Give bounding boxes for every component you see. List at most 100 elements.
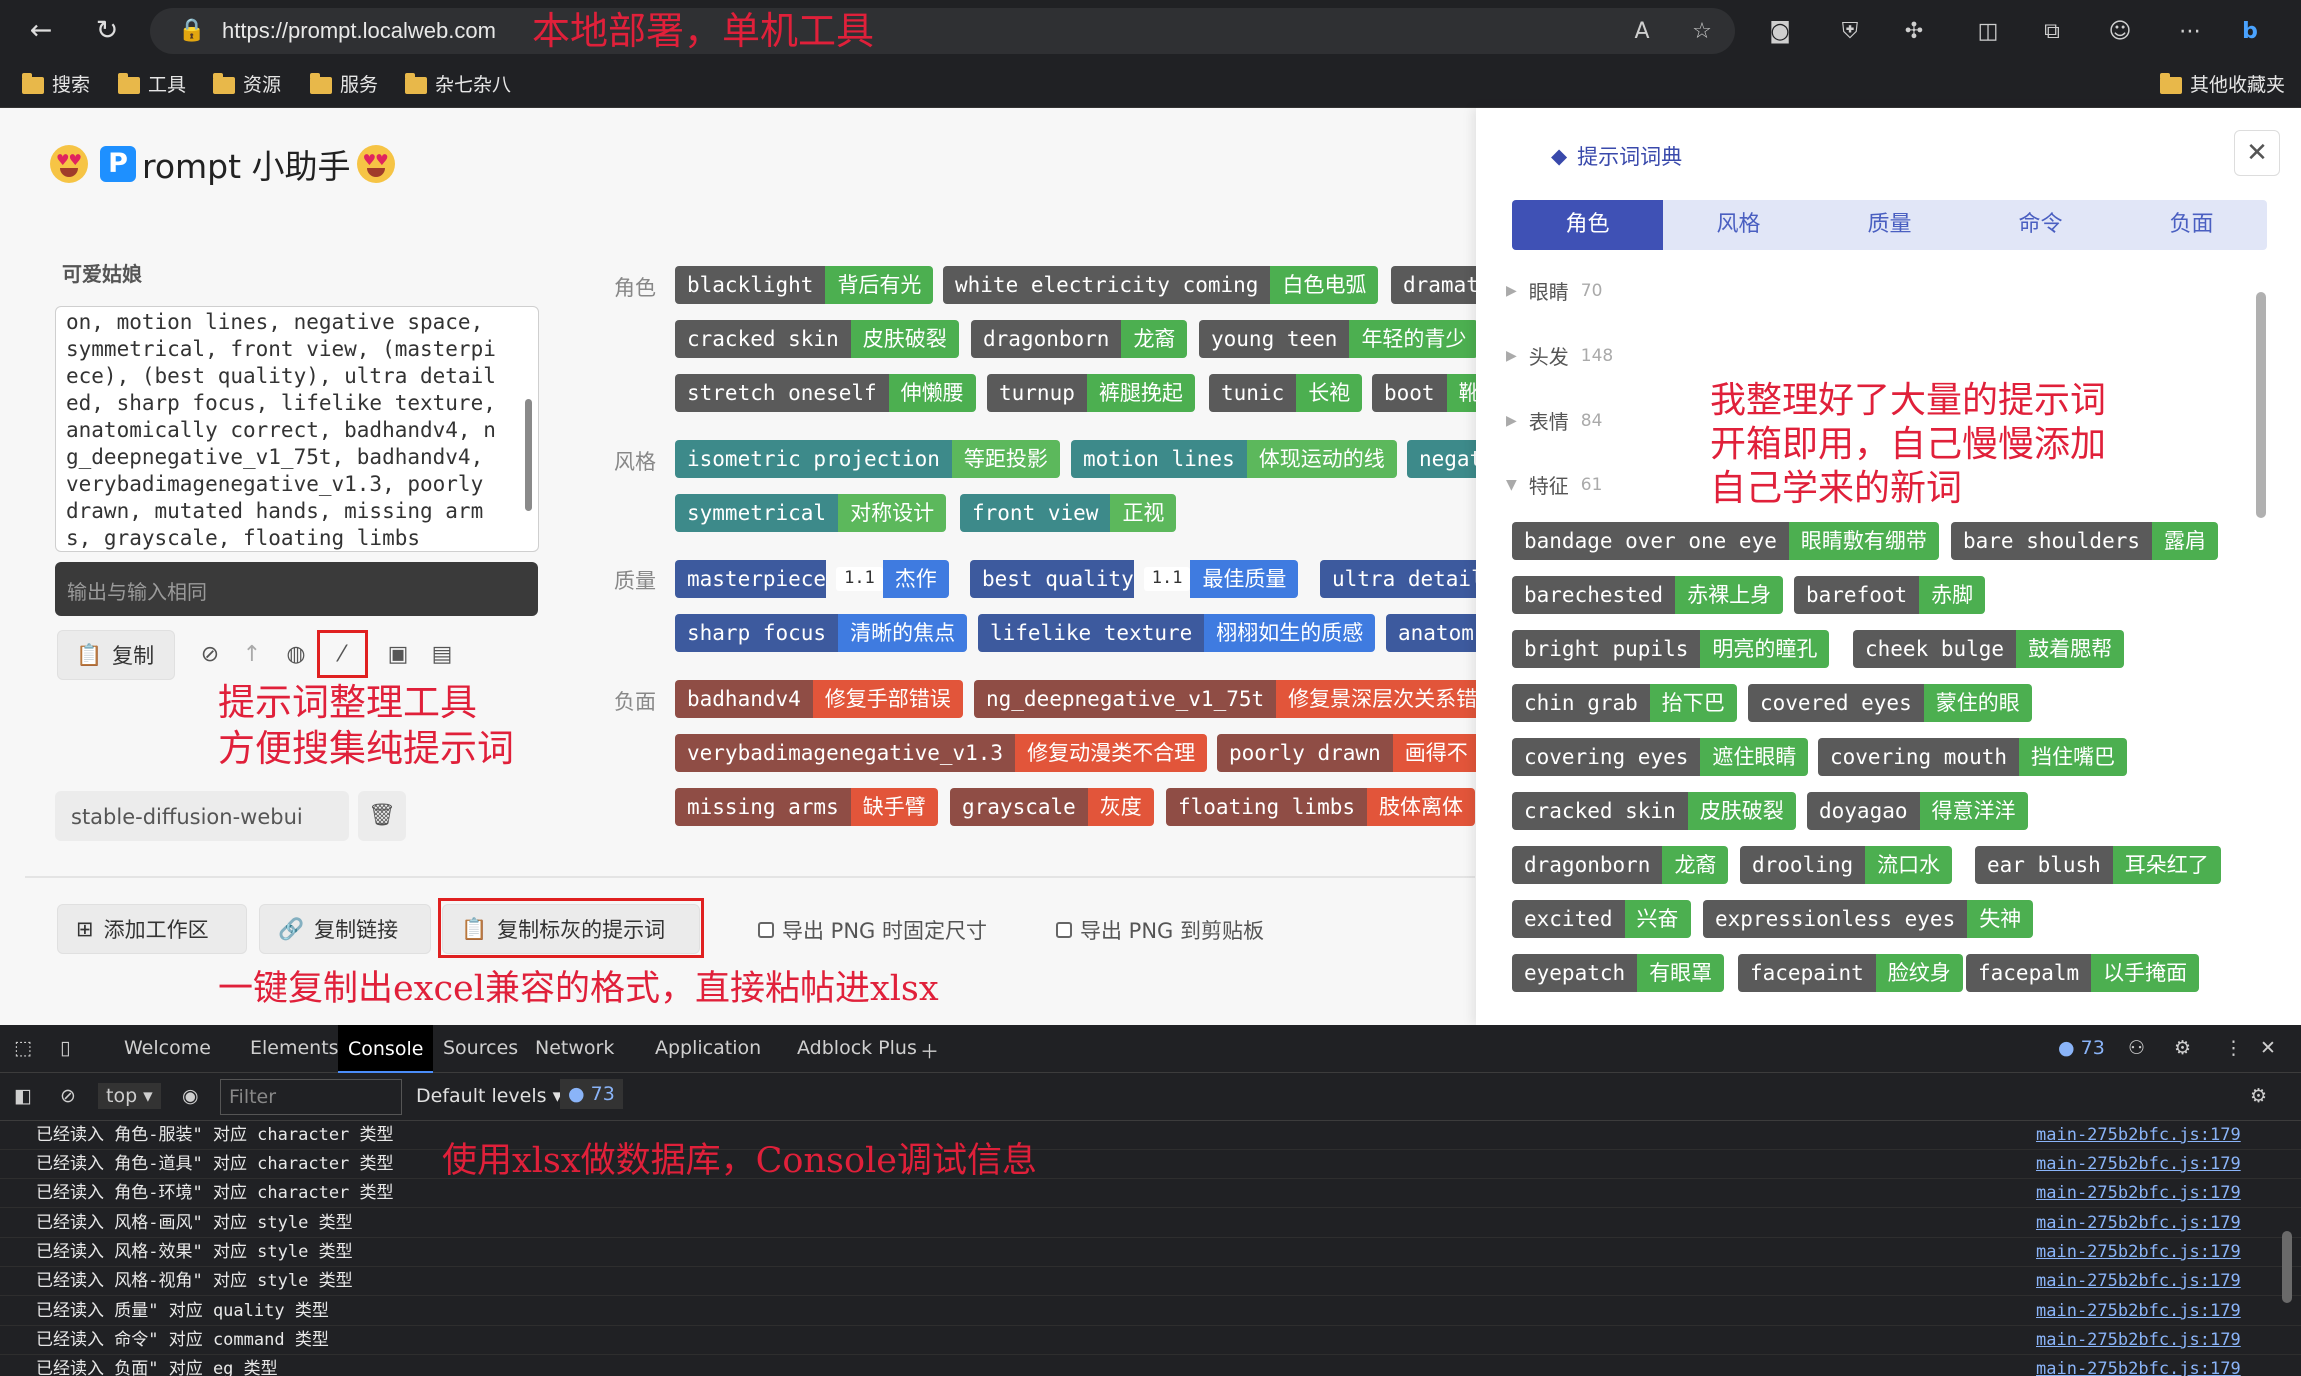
collections-icon[interactable]: ⧉ — [2036, 16, 2068, 48]
console-settings-icon[interactable]: ⚙ — [2250, 1085, 2267, 1107]
source-link[interactable]: main-275b2bfc.js:179 — [2036, 1121, 2241, 1149]
close-devtools-icon[interactable]: ✕ — [2260, 1037, 2276, 1059]
context-select[interactable]: top ▾ — [98, 1083, 161, 1109]
levels-select[interactable]: Default levels ▾ — [416, 1085, 562, 1107]
connect-icon[interactable]: ⚇ — [2128, 1037, 2145, 1059]
extension-icon[interactable]: ◙ — [1764, 16, 1796, 48]
tab-welcome[interactable]: Welcome — [124, 1037, 211, 1059]
tag[interactable]: drooling 流口水 — [1740, 846, 1953, 884]
arrow-up-icon[interactable]: ↑ — [232, 635, 272, 675]
tag[interactable]: facepaint 脸纹身 — [1738, 954, 1963, 992]
tree-item-features[interactable]: ▼ 特征 61 — [1506, 470, 1602, 499]
bookmark-misc[interactable]: 杂七杂八 — [405, 70, 511, 100]
issues-count[interactable]: ● 73 — [2058, 1037, 2105, 1059]
tag[interactable]: cheek bulge 鼓着腮帮 — [1853, 630, 2125, 668]
split-screen-icon[interactable]: ◫ — [1972, 16, 2004, 48]
close-icon[interactable]: ✕ — [2234, 130, 2280, 176]
tab-command[interactable]: 命令 — [1965, 200, 2116, 250]
device-icon[interactable]: ▯ — [60, 1037, 70, 1059]
tab-adblock[interactable]: Adblock Plus — [797, 1037, 917, 1059]
eye-icon[interactable]: ◉ — [182, 1085, 199, 1107]
tag[interactable]: cracked skin 皮肤破裂 — [1512, 792, 1796, 830]
source-link[interactable]: main-275b2bfc.js:179 — [2036, 1297, 2241, 1325]
tab-console[interactable]: Console — [338, 1025, 434, 1073]
tag[interactable]: doyagao 得意洋洋 — [1807, 792, 2028, 830]
add-tab-icon[interactable]: ＋ — [920, 1037, 939, 1064]
bing-icon[interactable]: b — [2234, 16, 2266, 48]
export-clipboard-checkbox[interactable]: 导出 PNG 到剪贴板 — [1056, 915, 1264, 945]
source-link[interactable]: main-275b2bfc.js:179 — [2036, 1355, 2241, 1376]
tag[interactable]: excited 兴奋 — [1512, 900, 1691, 938]
bookmark-search[interactable]: 搜索 — [22, 70, 90, 100]
tag[interactable]: facepalm 以手掩面 — [1966, 954, 2200, 992]
favorite-star-icon[interactable]: ☆ — [1686, 16, 1718, 48]
image-icon[interactable]: ▣ — [378, 635, 418, 675]
tag[interactable]: bare shoulders 露肩 — [1951, 522, 2219, 560]
tab-role[interactable]: 角色 — [1512, 200, 1663, 250]
shield-extension-icon[interactable]: ⛨ — [1834, 16, 1866, 48]
tag[interactable]: ear blush 耳朵红了 — [1975, 846, 2221, 884]
output-field[interactable]: 输出与输入相同 — [55, 562, 538, 616]
read-aloud-icon[interactable]: A — [1626, 16, 1658, 48]
back-icon[interactable]: ← — [24, 14, 58, 48]
palette-icon[interactable]: ◍ — [276, 635, 316, 675]
tab-negative[interactable]: 负面 — [2116, 200, 2267, 250]
source-link[interactable]: main-275b2bfc.js:179 — [2036, 1209, 2241, 1237]
tag[interactable]: barechested 赤裸上身 — [1512, 576, 1784, 614]
copy-button[interactable]: 📋 复制 — [57, 630, 175, 680]
tag[interactable]: expressionless eyes 失神 — [1703, 900, 2034, 938]
clear-icon[interactable]: ⊘ — [190, 635, 230, 675]
more-menu-icon[interactable]: ⋯ — [2174, 16, 2206, 48]
tab-application[interactable]: Application — [655, 1037, 761, 1059]
panel-scrollbar[interactable] — [2256, 292, 2266, 518]
textarea-scrollbar[interactable] — [525, 399, 532, 511]
copy-link-button[interactable]: 🔗 复制链接 — [259, 904, 431, 954]
prompt-textarea[interactable]: on, motion lines, negative space, symmet… — [55, 306, 539, 552]
address-bar[interactable]: 🔒 https://prompt.localweb.com — [150, 8, 1735, 54]
tag[interactable]: bright pupils 明亮的瞳孔 — [1512, 630, 1830, 668]
tab-elements[interactable]: Elements — [250, 1037, 339, 1059]
more-vert-icon[interactable]: ⋮ — [2224, 1037, 2243, 1059]
target-selector[interactable]: stable-diffusion-webui — [55, 791, 349, 841]
tree-item-expression[interactable]: ▶ 表情 84 — [1506, 406, 1602, 435]
source-link[interactable]: main-275b2bfc.js:179 — [2036, 1267, 2241, 1295]
bookmark-resources[interactable]: 资源 — [213, 70, 281, 100]
tab-sources[interactable]: Sources — [443, 1037, 518, 1059]
bookmark-services[interactable]: 服务 — [310, 70, 378, 100]
message-count[interactable]: ● 73 — [560, 1079, 623, 1109]
settings-gear-icon[interactable]: ⚙ — [2174, 1037, 2191, 1059]
source-link[interactable]: main-275b2bfc.js:179 — [2036, 1150, 2241, 1178]
tag[interactable]: covering mouth 挡住嘴巴 — [1818, 738, 2128, 776]
tag[interactable]: covered eyes 蒙住的眼 — [1748, 684, 2032, 722]
add-workspace-button[interactable]: ⊞ 添加工作区 — [57, 904, 247, 954]
source-link[interactable]: main-275b2bfc.js:179 — [2036, 1179, 2241, 1207]
tag[interactable]: barefoot 赤脚 — [1794, 576, 1986, 614]
clear-console-icon[interactable]: ⊘ — [60, 1085, 76, 1107]
source-link[interactable]: main-275b2bfc.js:179 — [2036, 1326, 2241, 1354]
devtools-tabs: ⬚ ▯ Welcome Elements Console Sources Net… — [0, 1025, 2301, 1073]
tree-item-hair[interactable]: ▶ 头发 148 — [1506, 341, 1613, 370]
reload-icon[interactable]: ↻ — [90, 14, 124, 48]
tag[interactable]: eyepatch 有眼罩 — [1512, 954, 1725, 992]
tab-network[interactable]: Network — [535, 1037, 614, 1059]
console-scrollbar[interactable] — [2282, 1231, 2292, 1303]
trash-icon[interactable]: 🗑 — [358, 791, 406, 841]
annotation-panel-1: 我整理好了大量的提示词 — [1710, 380, 2107, 421]
hd-icon[interactable]: ▤ — [422, 635, 462, 675]
tab-quality[interactable]: 质量 — [1814, 200, 1965, 250]
extensions-puzzle-icon[interactable]: ✣ — [1898, 16, 1930, 48]
export-fixed-checkbox[interactable]: 导出 PNG 时固定尺寸 — [758, 915, 987, 945]
tag[interactable]: chin grab 抬下巴 — [1512, 684, 1737, 722]
profile-avatar-icon[interactable]: ☺ — [2104, 16, 2136, 48]
inspect-icon[interactable]: ⬚ — [14, 1037, 32, 1059]
sidebar-toggle-icon[interactable]: ◧ — [14, 1085, 32, 1107]
source-link[interactable]: main-275b2bfc.js:179 — [2036, 1238, 2241, 1266]
tag[interactable]: bandage over one eye 眼睛敷有绷带 — [1512, 522, 1939, 560]
filter-input[interactable]: Filter — [220, 1079, 402, 1115]
tag[interactable]: covering eyes 遮住眼睛 — [1512, 738, 1809, 776]
tag[interactable]: dragonborn 龙裔 — [1512, 846, 1729, 884]
bookmark-other[interactable]: 其他收藏夹 — [2160, 70, 2285, 100]
tree-item-eyes[interactable]: ▶ 眼睛 70 — [1506, 276, 1602, 305]
bookmark-tools[interactable]: 工具 — [118, 70, 186, 100]
tab-style[interactable]: 风格 — [1663, 200, 1814, 250]
